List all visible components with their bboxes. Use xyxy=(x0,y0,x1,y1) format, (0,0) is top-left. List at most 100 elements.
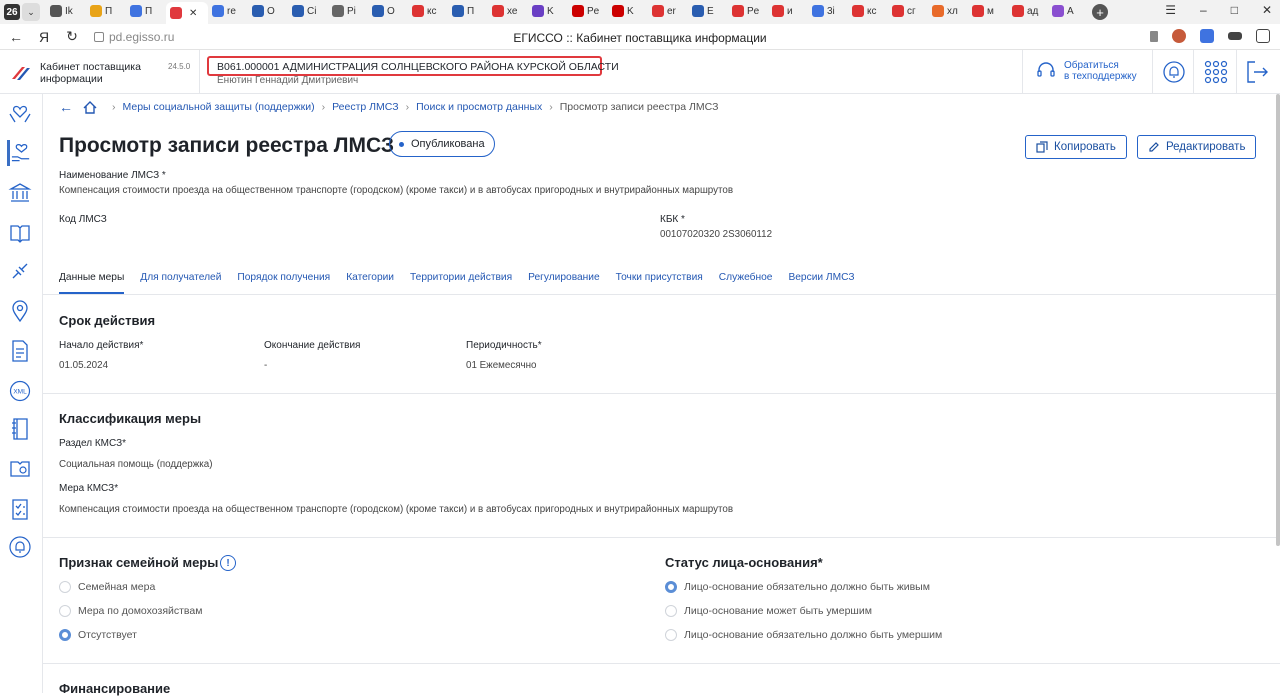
sidebar-item-xml[interactable]: XML xyxy=(7,378,33,404)
address-bar: ЕГИССО :: Кабинет поставщика информации … xyxy=(0,24,1280,50)
browser-tab[interactable]: A xyxy=(1048,0,1088,22)
browser-tab[interactable]: и xyxy=(768,0,808,22)
breadcrumb-link[interactable]: Меры социальной защиты (поддержки) xyxy=(123,101,315,113)
browser-tab[interactable]: П xyxy=(86,0,126,22)
sidebar-item-social-care[interactable] xyxy=(7,100,33,126)
browser-tab[interactable]: ✕ xyxy=(166,2,208,24)
home-icon[interactable] xyxy=(83,100,97,114)
download-icon[interactable] xyxy=(1256,29,1270,43)
sidebar-item-locations[interactable] xyxy=(7,298,33,324)
tab-measure-data[interactable]: Данные меры xyxy=(59,272,125,294)
family-radio-option[interactable]: Мера по домохозяйствам xyxy=(59,605,202,617)
sidebar-item-checklist[interactable] xyxy=(7,496,33,522)
browser-tab[interactable]: O xyxy=(368,0,408,22)
extension-icon-3[interactable] xyxy=(1228,32,1242,40)
browser-tab[interactable]: м xyxy=(968,0,1008,22)
tab-item[interactable]: Регулирование xyxy=(528,272,600,294)
browser-tab[interactable]: П xyxy=(448,0,488,22)
browser-tab[interactable]: E xyxy=(688,0,728,22)
extension-icon-1[interactable] xyxy=(1172,29,1186,43)
info-icon[interactable]: ! xyxy=(220,555,236,571)
radio-circle-icon[interactable] xyxy=(665,581,677,593)
browser-tab[interactable]: O xyxy=(248,0,288,22)
browser-tab[interactable]: Pi xyxy=(328,0,368,22)
minimize-icon[interactable]: – xyxy=(1200,3,1207,17)
link-chain-icon xyxy=(12,263,28,279)
notifications-bell-icon[interactable] xyxy=(1161,59,1187,85)
tab-favicon-icon xyxy=(332,5,344,17)
periodicity-label: Периодичность* xyxy=(466,340,542,351)
close-tab-icon[interactable]: ✕ xyxy=(189,8,197,19)
tab-count-badge[interactable]: 26 xyxy=(4,4,20,20)
bell-circle-icon xyxy=(9,536,31,558)
tab-item[interactable]: Территории действия xyxy=(410,272,512,294)
close-window-icon[interactable]: ✕ xyxy=(1262,3,1272,17)
extension-icon-2[interactable] xyxy=(1200,29,1214,43)
browser-tab[interactable]: кс xyxy=(848,0,888,22)
radio-circle-icon[interactable] xyxy=(665,605,677,617)
person_status-radio-option[interactable]: Лицо-основание обязательно должно быть ж… xyxy=(665,581,930,593)
browser-tab[interactable]: сг xyxy=(888,0,928,22)
bookmark-icon[interactable] xyxy=(1150,30,1158,42)
page-scrollbar[interactable] xyxy=(1276,94,1280,546)
tab-favicon-icon xyxy=(50,5,62,17)
radio-circle-icon[interactable] xyxy=(665,629,677,641)
maximize-icon[interactable]: □ xyxy=(1231,3,1238,17)
family-radio-option[interactable]: Семейная мера xyxy=(59,581,155,593)
browser-tab[interactable]: er xyxy=(648,0,688,22)
tab-item[interactable]: Категории xyxy=(346,272,394,294)
tab-item[interactable]: Точки присутствия xyxy=(616,272,703,294)
sidebar-item-journal[interactable] xyxy=(7,416,33,442)
logout-icon[interactable] xyxy=(1245,59,1271,85)
tab-item[interactable]: Версии ЛМСЗ xyxy=(788,272,854,294)
support-link[interactable]: Обратиться в техподдержку xyxy=(1036,60,1137,82)
browser-tab[interactable]: ад xyxy=(1008,0,1048,22)
browser-tab[interactable]: Ci xyxy=(288,0,328,22)
tab-label: E xyxy=(707,5,714,17)
sidebar-item-books[interactable] xyxy=(7,220,33,246)
browser-tab[interactable]: кс xyxy=(408,0,448,22)
tab-favicon-icon xyxy=(812,5,824,17)
browser-tab[interactable]: П xyxy=(126,0,166,22)
sidebar-item-documents[interactable] xyxy=(7,338,33,364)
apps-grid-icon[interactable] xyxy=(1203,59,1229,85)
sidebar-item-measures[interactable] xyxy=(7,140,33,166)
radio-circle-icon[interactable] xyxy=(59,605,71,617)
breadcrumb-link[interactable]: Реестр ЛМСЗ xyxy=(332,101,398,113)
browser-tab[interactable]: K xyxy=(528,0,568,22)
browser-tab[interactable]: Pe xyxy=(728,0,768,22)
back-arrow-icon[interactable]: ← xyxy=(59,99,73,115)
browser-tab[interactable]: Pe xyxy=(568,0,608,22)
tab-label: A xyxy=(1067,5,1074,17)
bookmarks-icon[interactable]: ☰ xyxy=(1165,3,1176,17)
sidebar-item-search-docs[interactable] xyxy=(7,456,33,482)
end-date-value: - xyxy=(264,360,268,371)
tab-label: Ci xyxy=(307,5,317,17)
sidebar-item-institutions[interactable] xyxy=(7,180,33,206)
kmsz-section-label: Раздел КМСЗ* xyxy=(59,438,127,449)
radio-circle-icon[interactable] xyxy=(59,581,71,593)
sidebar-item-alerts[interactable] xyxy=(7,534,33,560)
tab-item[interactable]: Порядок получения xyxy=(237,272,330,294)
tab-item[interactable]: Для получателей xyxy=(140,272,221,294)
tab-list-dropdown-icon[interactable]: ⌄ xyxy=(22,3,40,21)
copy-button[interactable]: Копировать xyxy=(1025,135,1127,159)
organization-name[interactable]: В061.000001 АДМИНИСТРАЦИЯ СОЛНЦЕВСКОГО Р… xyxy=(207,56,619,76)
browser-tab[interactable]: хе xyxy=(488,0,528,22)
radio-circle-icon[interactable] xyxy=(59,629,71,641)
browser-tab[interactable]: re xyxy=(208,0,248,22)
person_status-radio-option[interactable]: Лицо-основание обязательно должно быть у… xyxy=(665,629,942,641)
breadcrumb-link[interactable]: Поиск и просмотр данных xyxy=(416,101,542,113)
tab-item[interactable]: Служебное xyxy=(719,272,773,294)
edit-button[interactable]: Редактировать xyxy=(1137,135,1257,159)
browser-tab[interactable]: K xyxy=(608,0,648,22)
browser-tab[interactable]: хл xyxy=(928,0,968,22)
radio-label: Отсутствует xyxy=(78,629,137,641)
person_status-radio-option[interactable]: Лицо-основание может быть умершим xyxy=(665,605,872,617)
family-radio-option[interactable]: Отсутствует xyxy=(59,629,137,641)
new-tab-button[interactable]: + xyxy=(1092,4,1108,20)
radio-label: Лицо-основание обязательно должно быть у… xyxy=(684,629,943,641)
browser-tab[interactable]: 3i xyxy=(808,0,848,22)
sidebar-item-links[interactable] xyxy=(7,258,33,284)
browser-tab[interactable]: Ik xyxy=(46,0,86,22)
